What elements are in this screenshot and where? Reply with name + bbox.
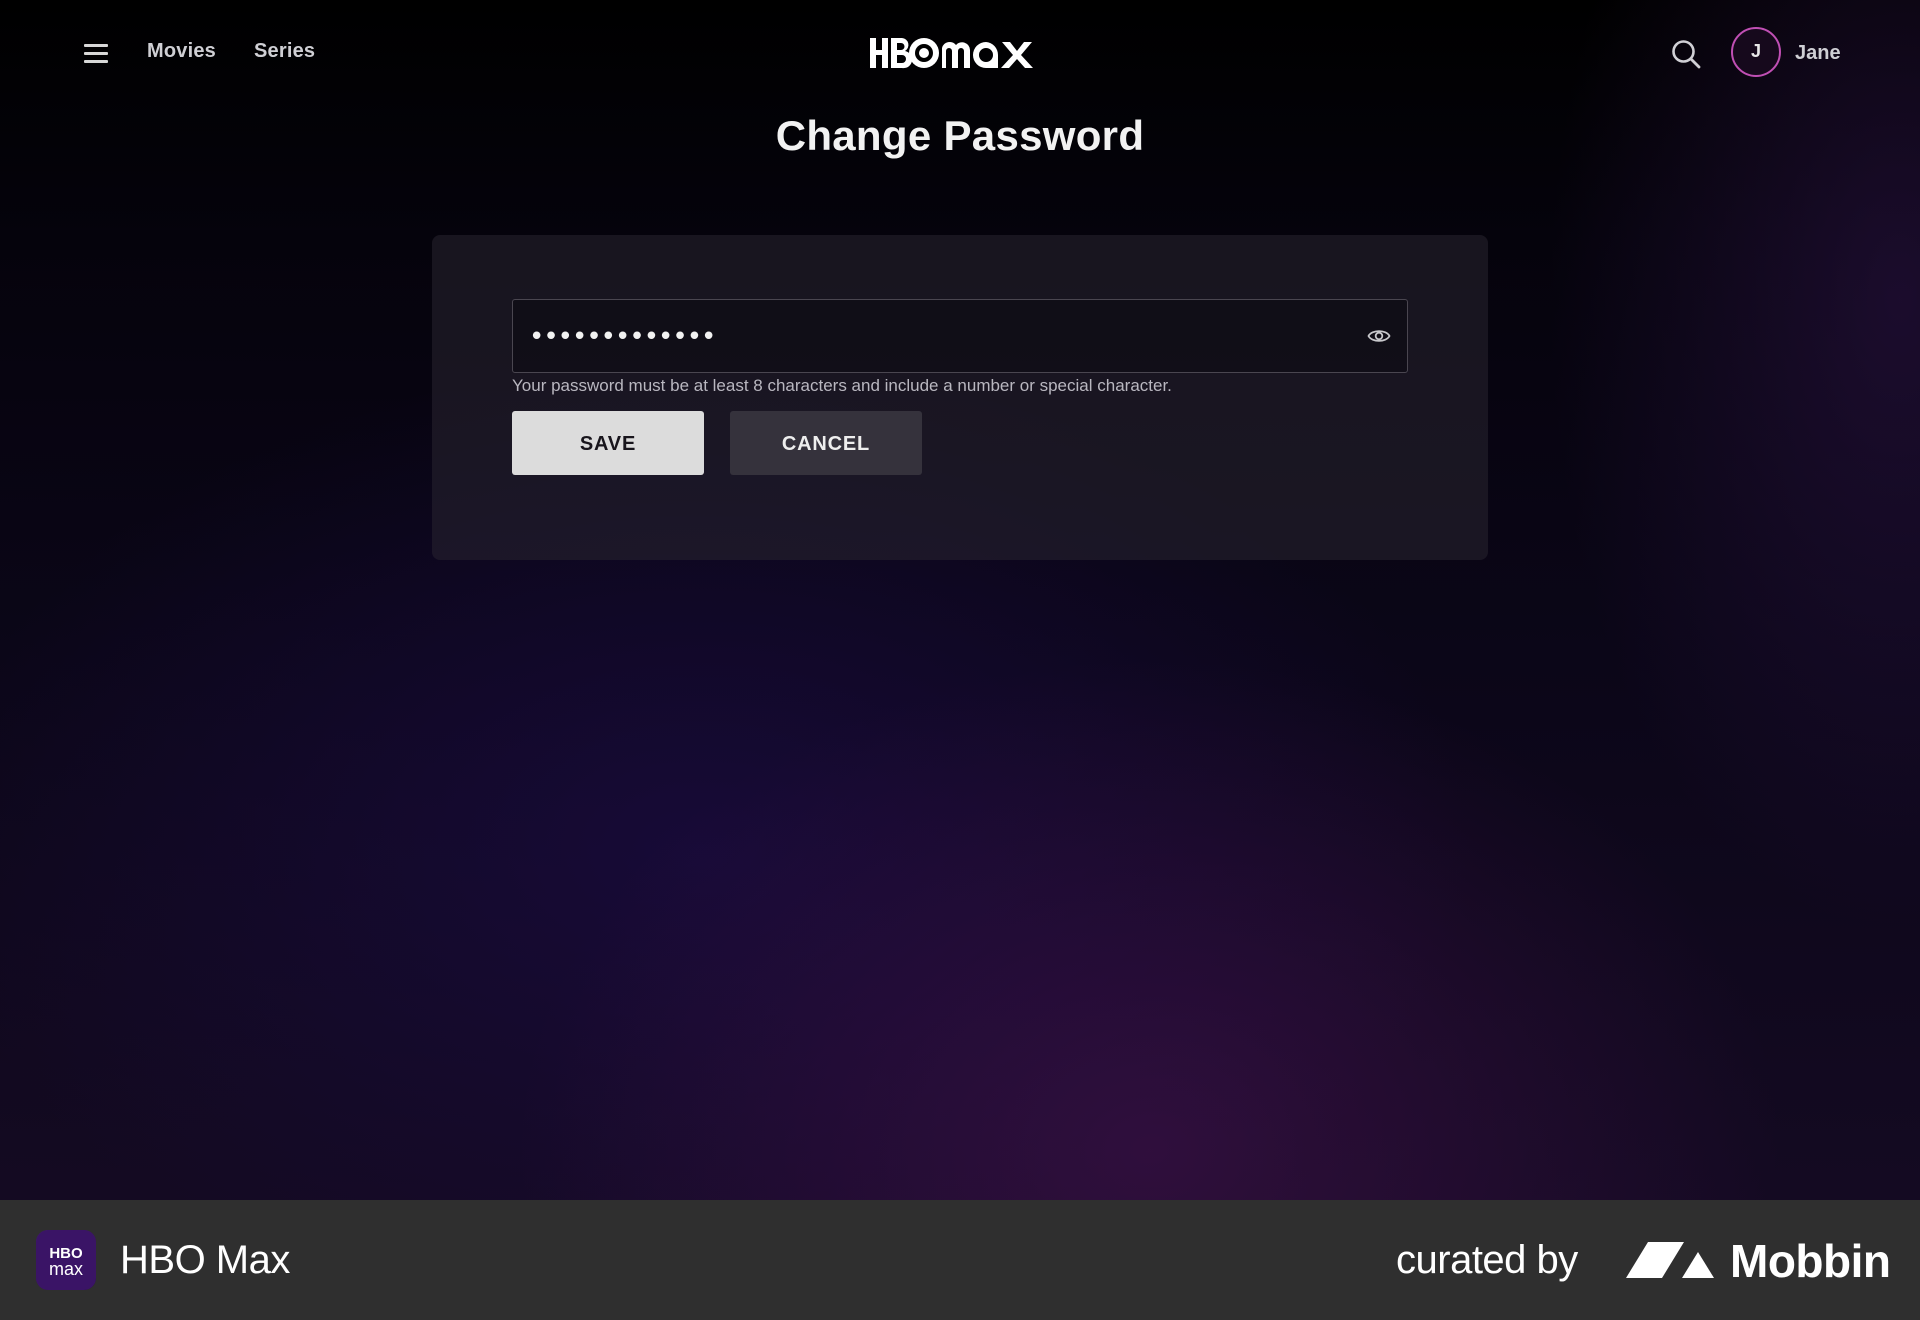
- search-icon[interactable]: [1670, 38, 1702, 70]
- nav-movies[interactable]: Movies: [147, 40, 216, 63]
- svg-text:max: max: [49, 1259, 83, 1279]
- password-value[interactable]: •••••••••••••: [529, 322, 716, 352]
- change-password-card: ••••••••••••• Your password must be at l…: [432, 235, 1488, 560]
- mobbin-logo-icon: [1626, 1242, 1714, 1278]
- save-button[interactable]: SAVE: [512, 411, 704, 475]
- curated-by-label: curated by: [1396, 1238, 1578, 1282]
- app-name: HBO Max: [120, 1238, 290, 1282]
- user-name[interactable]: Jane: [1795, 42, 1841, 65]
- nav-series[interactable]: Series: [254, 40, 315, 63]
- password-hint: Your password must be at least 8 charact…: [512, 376, 1172, 395]
- password-field[interactable]: •••••••••••••: [512, 299, 1408, 373]
- hbo-max-logo[interactable]: [868, 30, 1048, 76]
- hbo-max-app-icon: HBO max: [36, 1230, 96, 1290]
- top-nav: Movies Series J Jane: [0, 0, 1920, 108]
- menu-icon[interactable]: [82, 41, 110, 65]
- cancel-button[interactable]: CANCEL: [730, 411, 922, 475]
- avatar[interactable]: J: [1731, 27, 1781, 77]
- page-title: Change Password: [775, 112, 1145, 159]
- app-window: Movies Series J Jane Change Password •••…: [0, 0, 1920, 1200]
- footer-bar: HBO max HBO Max curated by Mobbin: [0, 1200, 1920, 1320]
- eye-icon[interactable]: [1367, 326, 1391, 346]
- mobbin-brand: Mobbin: [1730, 1235, 1891, 1287]
